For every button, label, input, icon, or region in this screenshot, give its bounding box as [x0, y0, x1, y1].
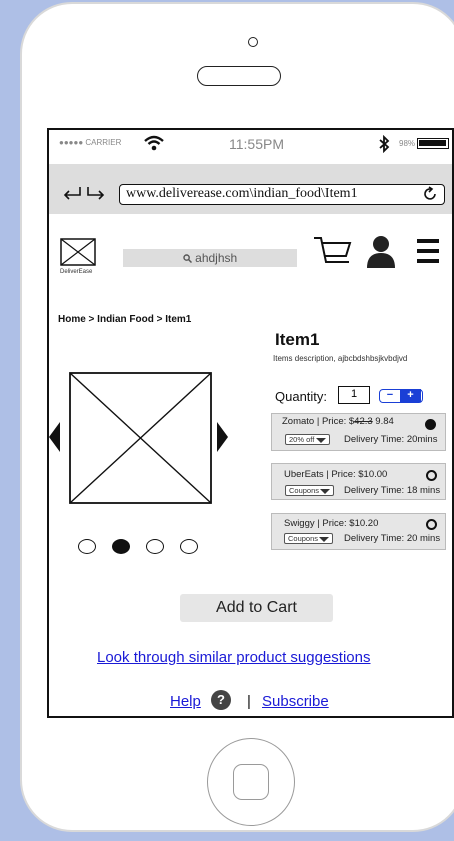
status-bar: ●●●●● CARRIER 11:55PM 98%: [49, 130, 452, 164]
separator: |: [247, 693, 251, 710]
offer-price: Zomato | Price: $42.3 9.84: [282, 416, 394, 427]
quantity-stepper: − +: [379, 389, 423, 403]
delivery-time: Delivery Time: 20 mins: [344, 533, 441, 544]
home-button[interactable]: [207, 738, 295, 826]
help-icon[interactable]: ?: [211, 690, 231, 710]
carousel-dot[interactable]: [78, 539, 96, 554]
camera: [248, 37, 258, 47]
carousel-dot-active[interactable]: [112, 539, 130, 554]
product-description: Items description, ajbcbdshbsjkvbdjvd: [273, 354, 408, 363]
help-link[interactable]: Help: [170, 693, 201, 710]
increment-button[interactable]: +: [400, 389, 421, 402]
url-text: www.deliverease.com\indian_food\Item1: [126, 186, 358, 201]
next-arrow-icon[interactable]: [215, 420, 229, 454]
delivery-time: Delivery Time: 20mins: [344, 434, 438, 445]
home-button-inner: [233, 764, 269, 800]
offer-price: UberEats | Price: $10.00: [284, 469, 388, 480]
cart-icon[interactable]: [313, 234, 353, 270]
coupon-dropdown[interactable]: 20% off: [285, 434, 330, 445]
battery-level: [419, 140, 446, 146]
browser-bar: www.deliverease.com\indian_food\Item1: [49, 164, 452, 214]
back-icon[interactable]: [61, 185, 83, 201]
old-price: 42.3: [354, 416, 373, 427]
speaker: [197, 66, 281, 86]
subscribe-link[interactable]: Subscribe: [262, 693, 329, 710]
breadcrumb[interactable]: Home > Indian Food > Item1: [58, 314, 191, 325]
decrement-button[interactable]: −: [380, 390, 400, 401]
offer-price: Swiggy | Price: $10.20: [284, 518, 379, 529]
logo-caption: DeliverEase: [60, 269, 93, 275]
wifi-icon: [144, 135, 164, 151]
offer-swiggy[interactable]: Swiggy | Price: $10.20 Coupons Delivery …: [271, 513, 446, 550]
prev-arrow-icon[interactable]: [48, 420, 62, 454]
url-input[interactable]: www.deliverease.com\indian_food\Item1: [119, 184, 445, 205]
user-icon[interactable]: [366, 234, 396, 268]
logo-icon[interactable]: [60, 238, 96, 266]
coupon-dropdown[interactable]: Coupons: [285, 485, 334, 496]
quantity-input[interactable]: 1: [338, 386, 370, 404]
offer-radio[interactable]: [426, 470, 437, 481]
clock: 11:55PM: [229, 136, 284, 152]
search-value: ahdjhsh: [195, 251, 238, 265]
forward-icon[interactable]: [85, 185, 107, 201]
add-to-cart-button[interactable]: Add to Cart: [180, 594, 333, 622]
battery-percent: 98%: [399, 139, 416, 148]
offer-radio-selected[interactable]: [425, 419, 436, 430]
search-icon: [183, 254, 192, 263]
offer-ubereats[interactable]: UberEats | Price: $10.00 Coupons Deliver…: [271, 463, 446, 500]
carousel-dot[interactable]: [180, 539, 198, 554]
suggestions-link[interactable]: Look through similar product suggestions: [97, 649, 371, 666]
offer-radio[interactable]: [426, 519, 437, 530]
quantity-label: Quantity:: [275, 389, 328, 404]
screen: ●●●●● CARRIER 11:55PM 98% www.delivereas…: [47, 128, 454, 718]
new-price: 9.84: [372, 416, 394, 427]
carrier-label: ●●●●● CARRIER: [59, 138, 122, 147]
offer-zomato[interactable]: Zomato | Price: $42.3 9.84 20% off Deliv…: [271, 413, 446, 451]
product-image: [69, 372, 212, 504]
delivery-time: Delivery Time: 18 mins: [344, 485, 441, 496]
product-title: Item1: [275, 330, 320, 349]
quantity-value: 1: [350, 388, 358, 400]
coupon-dropdown[interactable]: Coupons: [284, 533, 333, 544]
menu-icon[interactable]: [417, 236, 439, 266]
bluetooth-icon: [379, 135, 390, 153]
search-input[interactable]: ahdjhsh: [123, 249, 297, 267]
refresh-icon[interactable]: [422, 186, 438, 202]
battery-icon: [417, 138, 449, 149]
carousel-dot[interactable]: [146, 539, 164, 554]
